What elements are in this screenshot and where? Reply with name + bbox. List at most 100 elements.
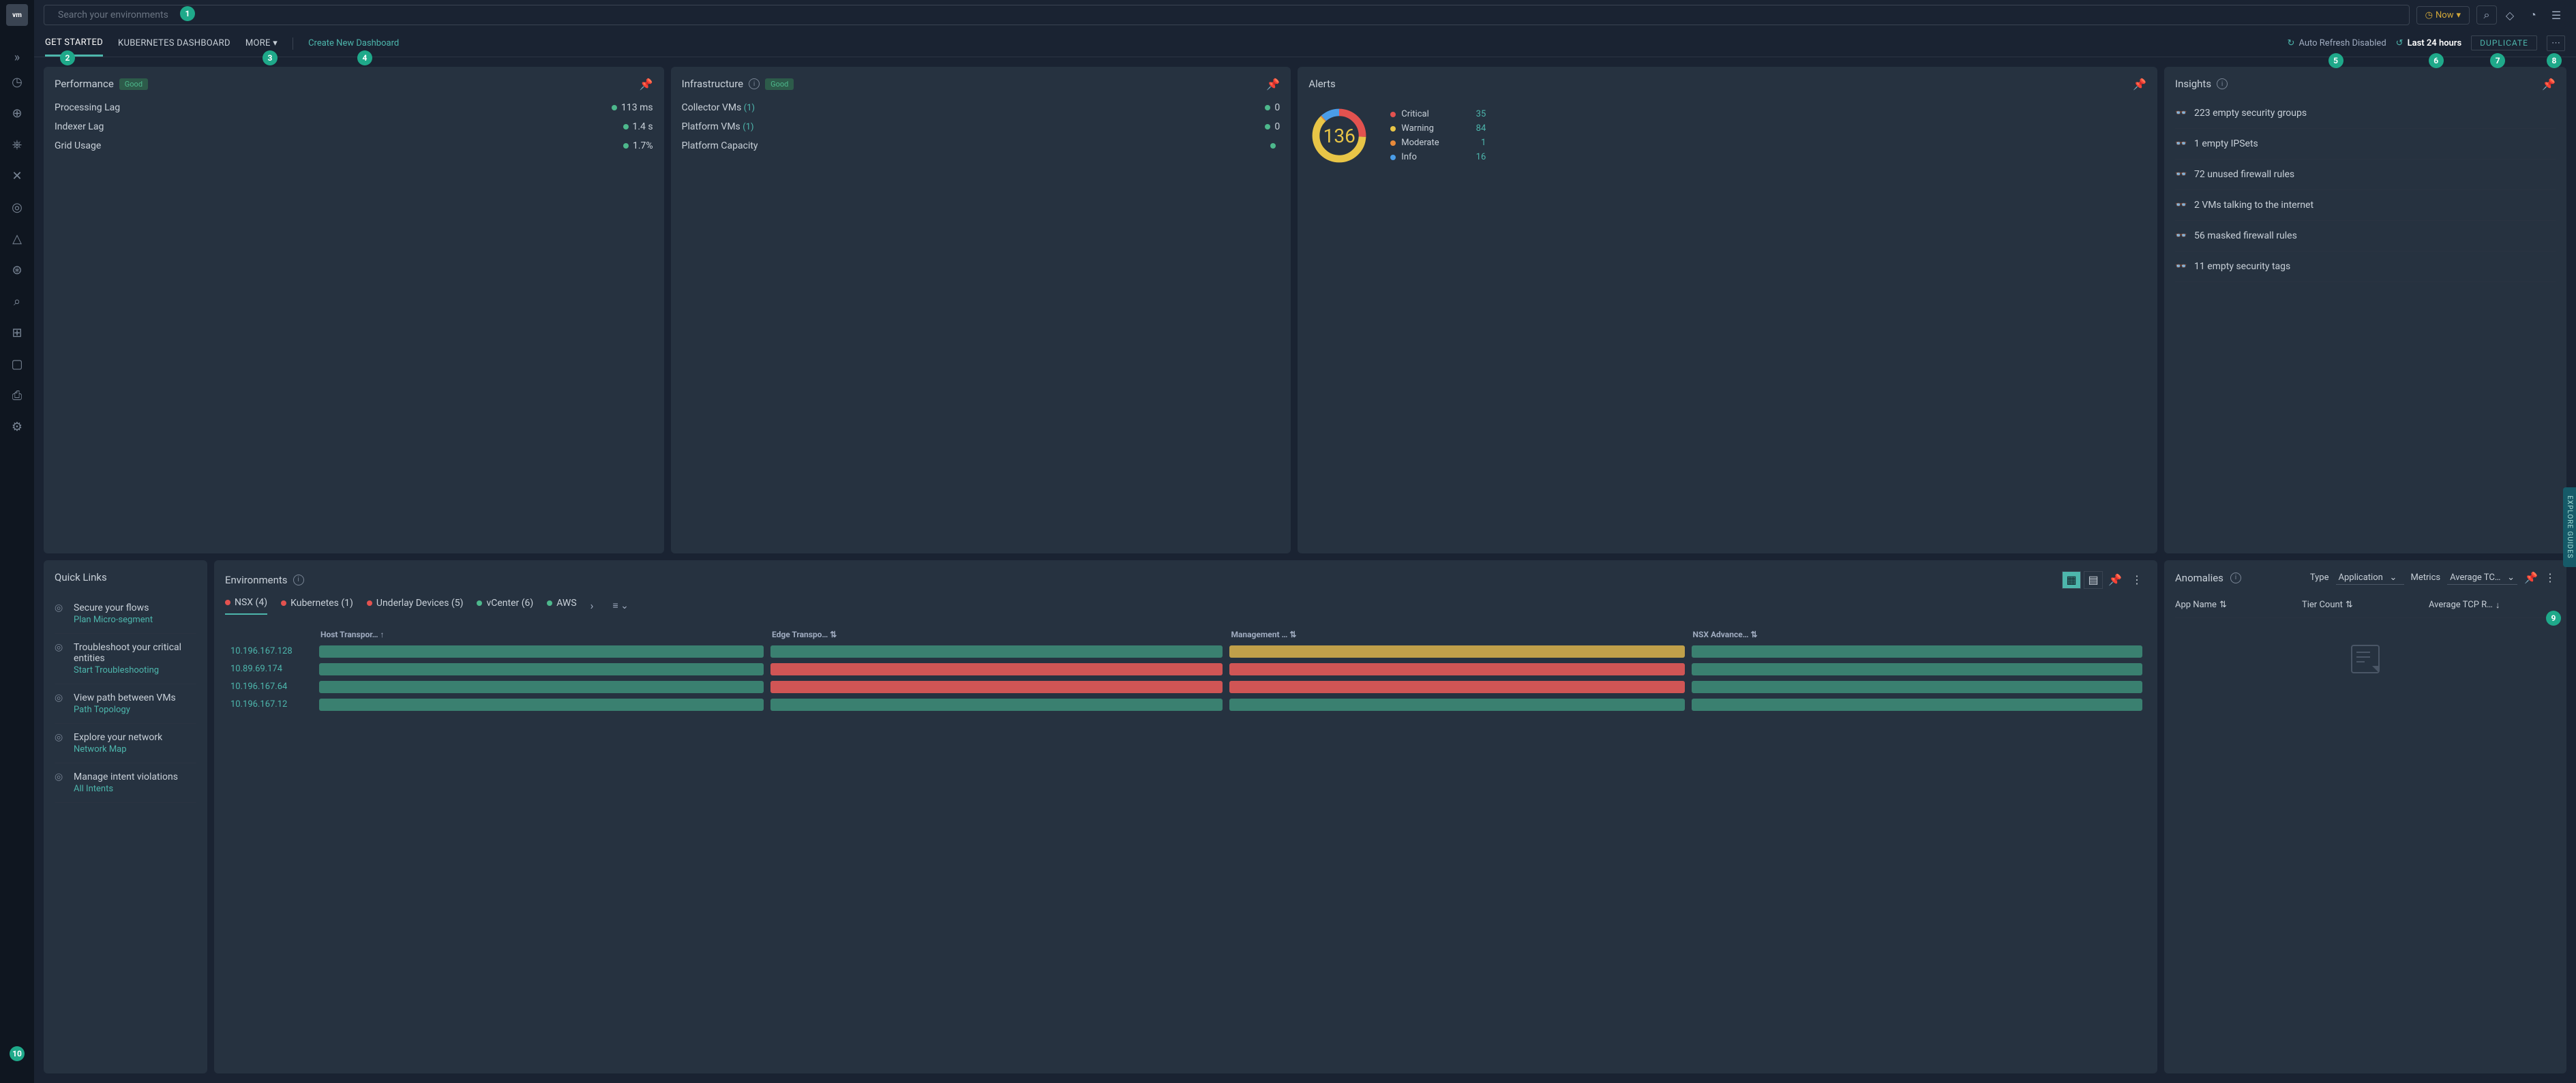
env-host-link[interactable]: 10.89.69.174 bbox=[226, 661, 315, 677]
env-tab[interactable]: Underlay Devices (5) bbox=[367, 598, 464, 614]
pin-icon[interactable]: 📌 bbox=[640, 78, 653, 91]
alert-legend-row[interactable]: Info 16 bbox=[1390, 152, 1486, 162]
explore-guides-tab[interactable]: EXPLORE GUIDES bbox=[2563, 487, 2576, 567]
env-status-cell[interactable] bbox=[1692, 681, 2142, 693]
insight-row[interactable]: 👓 56 masked firewall rules bbox=[2175, 221, 2556, 251]
env-status-cell[interactable] bbox=[1229, 699, 1684, 711]
more-icon[interactable]: ⋮ bbox=[2545, 571, 2556, 584]
alert-legend-row[interactable]: Critical 35 bbox=[1390, 109, 1486, 119]
type-select[interactable]: Application ⌄ bbox=[2336, 571, 2404, 585]
time-range-label[interactable]: Last 24 hours bbox=[2408, 38, 2462, 48]
expand-sidebar-icon[interactable]: » bbox=[9, 49, 25, 65]
grid-view-button[interactable]: ▦ bbox=[2062, 571, 2081, 589]
insight-row[interactable]: 👓 11 empty security tags bbox=[2175, 251, 2556, 282]
dashboard-icon[interactable]: ◷ bbox=[9, 74, 25, 90]
topology-icon[interactable]: ⊞ bbox=[9, 324, 25, 341]
duplicate-button[interactable]: DUPLICATE bbox=[2471, 35, 2537, 50]
settings-icon[interactable]: ⚙ bbox=[9, 418, 25, 435]
search-input[interactable] bbox=[44, 5, 2410, 25]
search-chart-icon[interactable]: ⌕ bbox=[9, 293, 25, 309]
create-dashboard-link[interactable]: Create New Dashboard bbox=[308, 38, 399, 48]
env-status-cell[interactable] bbox=[319, 645, 764, 658]
scroll-right-icon[interactable]: › bbox=[590, 599, 594, 612]
table-view-button[interactable]: ▤ bbox=[2084, 571, 2103, 589]
alerts-donut-chart[interactable]: 136 bbox=[1308, 105, 1370, 166]
env-status-cell[interactable] bbox=[319, 699, 764, 711]
hint-4[interactable]: 4 bbox=[357, 50, 372, 65]
env-status-cell[interactable] bbox=[770, 681, 1223, 693]
pin-icon[interactable]: 📌 bbox=[2133, 78, 2146, 91]
env-host-link[interactable]: 10.196.167.128 bbox=[226, 643, 315, 660]
env-column-header[interactable]: Host Transpor… ↑ bbox=[316, 627, 766, 642]
env-tab[interactable]: vCenter (6) bbox=[477, 598, 533, 614]
env-status-cell[interactable] bbox=[770, 699, 1223, 711]
hint-6[interactable]: 6 bbox=[2429, 53, 2444, 68]
pin-icon[interactable]: 📌 bbox=[1266, 78, 1280, 91]
doc-search-icon[interactable]: ⎙ bbox=[9, 387, 25, 403]
insight-row[interactable]: 👓 223 empty security groups bbox=[2175, 98, 2556, 129]
bookmark-icon[interactable]: ◇ bbox=[2500, 5, 2520, 25]
env-host-link[interactable]: 10.196.167.64 bbox=[226, 679, 315, 695]
env-status-cell[interactable] bbox=[319, 681, 764, 693]
quick-link-link[interactable]: Start Troubleshooting bbox=[74, 665, 196, 675]
quick-link-link[interactable]: All Intents bbox=[74, 784, 178, 794]
cube-icon[interactable]: ⎈ bbox=[9, 136, 25, 153]
target-icon[interactable]: ◎ bbox=[9, 199, 25, 215]
alert-legend-row[interactable]: Moderate 1 bbox=[1390, 138, 1486, 148]
more-actions-button[interactable]: ⋯ bbox=[2547, 35, 2565, 51]
env-tab[interactable]: Kubernetes (1) bbox=[281, 598, 353, 614]
col-tier-count[interactable]: Tier Count ⇅ bbox=[2302, 600, 2429, 611]
quick-link-link[interactable]: Path Topology bbox=[74, 705, 176, 715]
env-column-header[interactable]: Edge Transpo… ⇅ bbox=[768, 627, 1225, 642]
hint-2[interactable]: 2 bbox=[60, 50, 75, 65]
globe-icon[interactable]: ⊕ bbox=[9, 105, 25, 121]
env-column-header[interactable]: NSX Advance… ⇅ bbox=[1689, 627, 2145, 642]
col-app-name[interactable]: App Name ⇅ bbox=[2175, 600, 2302, 611]
bell-icon[interactable]: ◔ bbox=[2523, 5, 2543, 25]
pin-icon[interactable]: 📌 bbox=[2524, 571, 2538, 584]
env-status-cell[interactable] bbox=[1692, 645, 2142, 658]
env-tab[interactable]: AWS bbox=[547, 598, 576, 614]
vm-logo[interactable]: vm bbox=[6, 4, 28, 26]
monitor-icon[interactable]: ▢ bbox=[9, 356, 25, 372]
hint-9[interactable]: 9 bbox=[2546, 611, 2561, 626]
env-status-cell[interactable] bbox=[1692, 699, 2142, 711]
hint-5[interactable]: 5 bbox=[2328, 53, 2343, 68]
quick-link-link[interactable]: Network Map bbox=[74, 744, 162, 754]
hint-7[interactable]: 7 bbox=[2490, 53, 2505, 68]
hint-1[interactable]: 1 bbox=[180, 6, 195, 21]
insight-row[interactable]: 👓 2 VMs talking to the internet bbox=[2175, 190, 2556, 221]
tools-icon[interactable]: ✕ bbox=[9, 168, 25, 184]
tab-get-started[interactable]: GET STARTED bbox=[45, 31, 103, 57]
env-tab[interactable]: NSX (4) bbox=[225, 597, 267, 615]
env-column-header[interactable]: Management … ⇅ bbox=[1227, 627, 1687, 642]
env-status-cell[interactable] bbox=[1692, 663, 2142, 675]
info-icon[interactable]: i bbox=[2217, 78, 2228, 89]
env-host-link[interactable]: 10.196.167.12 bbox=[226, 697, 315, 713]
env-status-cell[interactable] bbox=[1229, 663, 1684, 675]
env-status-cell[interactable] bbox=[319, 663, 764, 675]
info-icon[interactable]: i bbox=[749, 78, 760, 89]
alert-icon[interactable]: △ bbox=[9, 230, 25, 247]
insight-row[interactable]: 👓 72 unused firewall rules bbox=[2175, 159, 2556, 190]
env-status-cell[interactable] bbox=[770, 645, 1223, 658]
world-icon[interactable]: ⊛ bbox=[9, 262, 25, 278]
insight-row[interactable]: 👓 1 empty IPSets bbox=[2175, 129, 2556, 159]
col-avg-tcp[interactable]: Average TCP R… ↓ bbox=[2429, 600, 2556, 611]
time-now-button[interactable]: ◷Now▾ bbox=[2416, 6, 2470, 25]
hint-8[interactable]: 8 bbox=[2547, 53, 2562, 68]
info-icon[interactable]: i bbox=[293, 575, 304, 585]
menu-icon[interactable]: ☰ bbox=[2546, 5, 2566, 25]
hint-3[interactable]: 3 bbox=[263, 50, 278, 65]
list-toggle[interactable]: ≡ ⌄ bbox=[612, 600, 628, 611]
refresh-icon[interactable]: ↻ bbox=[2288, 38, 2295, 48]
metrics-select[interactable]: Average TC… ⌄ bbox=[2447, 571, 2517, 585]
info-icon[interactable]: i bbox=[2230, 573, 2241, 583]
env-status-cell[interactable] bbox=[1229, 681, 1684, 693]
search-icon-button[interactable]: ⌕ bbox=[2476, 5, 2497, 25]
pin-icon[interactable]: 📌 bbox=[2106, 571, 2125, 589]
hint-10[interactable]: 10 bbox=[10, 1046, 25, 1061]
tab-kubernetes[interactable]: KUBERNETES DASHBOARD bbox=[118, 31, 230, 55]
quick-link-link[interactable]: Plan Micro-segment bbox=[74, 615, 153, 625]
more-icon[interactable]: ⋮ bbox=[2127, 571, 2146, 589]
